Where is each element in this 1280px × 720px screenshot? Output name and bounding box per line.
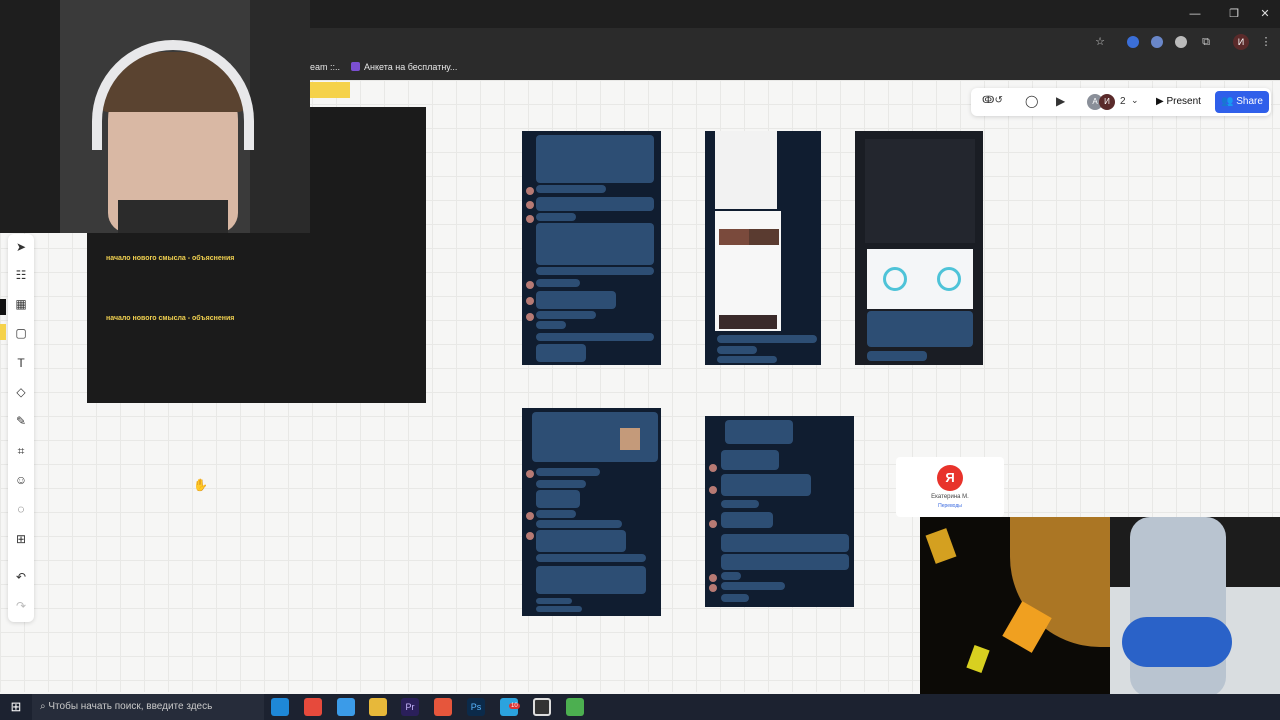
chrome-icon[interactable] xyxy=(304,698,322,716)
card-name: Екатерина М. xyxy=(931,494,969,500)
minimize-icon[interactable]: — xyxy=(1180,4,1210,24)
frame-icon[interactable]: ⌗ xyxy=(8,440,34,462)
bookmark-item[interactable]: Анкета на бесплатну... xyxy=(364,62,457,72)
restore-icon[interactable]: ❐ xyxy=(1219,4,1249,24)
obs-icon[interactable] xyxy=(533,698,551,716)
share-label: Share xyxy=(1236,96,1263,107)
webcam-overlay xyxy=(0,0,310,233)
folder-icon[interactable] xyxy=(369,698,387,716)
search-placeholder: Чтобы начать поиск, введите здесь xyxy=(48,701,213,712)
users-icon: 👥 xyxy=(1221,96,1234,107)
sticky-note-icon[interactable]: ▢ xyxy=(8,322,34,344)
present-button[interactable]: ▶ Present xyxy=(1150,91,1212,113)
add-more-icon[interactable]: ⊞ xyxy=(8,528,34,550)
card-subtitle: Переводы xyxy=(938,503,962,509)
yandex-profile-card[interactable]: Я Екатерина М. Переводы xyxy=(896,457,1004,517)
play-icon: ▶ xyxy=(1156,96,1164,107)
frame-text-line: начало нового смысла - объяснения xyxy=(106,255,235,262)
profile-avatar[interactable]: И xyxy=(1233,34,1249,50)
yandex-logo: Я xyxy=(937,465,963,491)
edge-icon[interactable] xyxy=(271,698,289,716)
text-icon[interactable]: T xyxy=(8,352,34,374)
chrome-icon[interactable] xyxy=(337,698,355,716)
search-icon: ⌕ xyxy=(40,701,46,712)
undo-icon[interactable]: ↶ xyxy=(8,566,34,588)
share-button[interactable]: 👥 Share xyxy=(1215,91,1269,113)
chat-screenshot-image[interactable] xyxy=(705,131,821,365)
chat-bubble-icon[interactable]: ◯ xyxy=(1025,94,1038,108)
premiere-icon[interactable]: Pr xyxy=(401,698,419,716)
present-label: Present xyxy=(1166,96,1201,107)
bookmark-item[interactable]: eam ::.. xyxy=(310,62,340,72)
redo-icon[interactable]: ↷ xyxy=(8,595,34,617)
collaborator-avatar[interactable]: И xyxy=(1099,94,1115,110)
extension-icon[interactable] xyxy=(1127,36,1139,48)
collaborator-count[interactable]: 2 xyxy=(1120,96,1126,107)
shapes-icon[interactable]: ◇ xyxy=(8,381,34,403)
extension-icon[interactable] xyxy=(1175,36,1187,48)
frame-text-line: начало нового смысла - объяснения xyxy=(106,315,235,322)
taskbar-search[interactable]: ⌕ Чтобы начать поиск, введите здесь xyxy=(32,694,264,720)
hand-cursor-icon: ✋ xyxy=(193,478,208,492)
menu-kebab-icon[interactable]: ⋮ xyxy=(1258,34,1274,50)
video-call-icon[interactable]: ▶ xyxy=(1056,94,1065,108)
minecraft-icon[interactable] xyxy=(566,698,584,716)
select-cursor-icon[interactable]: ➤ xyxy=(8,236,34,258)
comment-icon[interactable]: ◌ xyxy=(8,498,34,520)
chevron-down-icon[interactable]: ⌄ xyxy=(1131,95,1139,106)
table-icon[interactable]: ▦ xyxy=(8,293,34,315)
extension-icon[interactable] xyxy=(1151,36,1163,48)
bookmark-star-icon[interactable]: ☆ xyxy=(1092,34,1108,50)
notification-badge: 10 xyxy=(509,703,520,709)
sticker-icon[interactable]: ☺ xyxy=(8,469,34,491)
chat-screenshot-image[interactable] xyxy=(522,408,661,616)
chat-screenshot-image[interactable] xyxy=(705,416,854,607)
left-tool-rail: ➤ ☷ ▦ ▢ T ◇ ✎ ⌗ ☺ ◌ ⊞ ↶ ↷ xyxy=(8,234,34,622)
pen-icon[interactable]: ✎ xyxy=(8,410,34,432)
form-icon xyxy=(351,62,360,71)
game-video-overlay xyxy=(920,517,1110,720)
game-video-overlay xyxy=(1110,517,1280,720)
extensions-puzzle-icon[interactable]: ⧉ xyxy=(1198,34,1214,50)
templates-icon[interactable]: ☷ xyxy=(8,264,34,286)
windows-icon[interactable]: ⊞ xyxy=(8,699,24,715)
rail-edge-marker xyxy=(0,299,6,315)
chat-screenshot-image[interactable] xyxy=(522,131,661,365)
dashboard-screenshot-image[interactable] xyxy=(855,131,983,365)
reactions-icon[interactable]: ↂ↺ xyxy=(982,95,1010,109)
chrome-icon[interactable] xyxy=(434,698,452,716)
close-icon[interactable]: ✕ xyxy=(1250,4,1280,24)
rail-edge-marker xyxy=(0,324,6,340)
sticky-note[interactable] xyxy=(310,82,350,98)
photoshop-icon[interactable]: Ps xyxy=(467,698,485,716)
